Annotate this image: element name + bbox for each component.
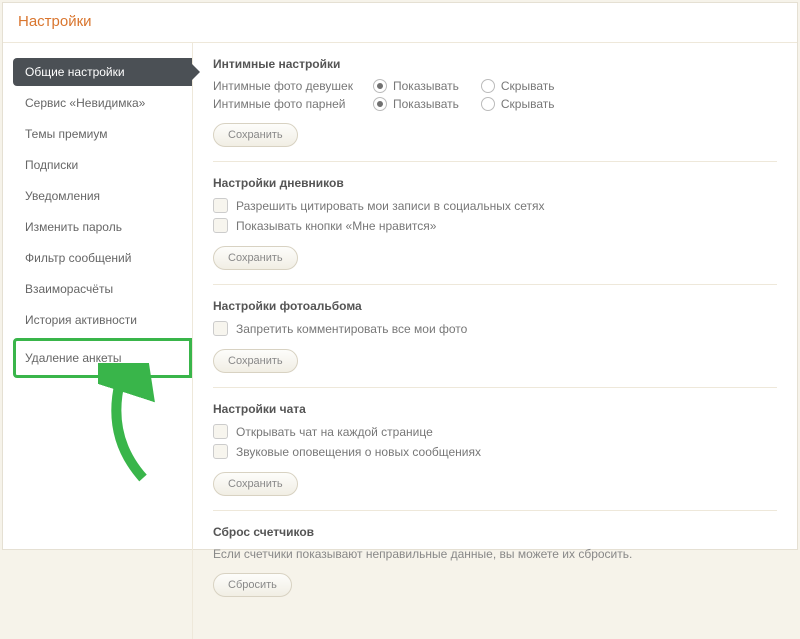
- checkbox-label: Показывать кнопки «Мне нравится»: [236, 219, 436, 233]
- annotation-arrow-icon: [98, 363, 168, 483]
- checkbox-label: Запретить комментировать все мои фото: [236, 322, 467, 336]
- radio-dot-icon: [373, 79, 387, 93]
- checkbox-label: Открывать чат на каждой странице: [236, 425, 433, 439]
- sidebar-item-delete-profile[interactable]: Удаление анкеты: [13, 338, 192, 378]
- sidebar-item-general[interactable]: Общие настройки: [13, 58, 192, 86]
- sidebar-item-notifications[interactable]: Уведомления: [13, 182, 192, 210]
- sidebar-item-label: Сервис «Невидимка»: [25, 96, 145, 110]
- radio-dot-icon: [373, 97, 387, 111]
- section-intimate: Интимные настройки Интимные фото девушек…: [213, 57, 777, 162]
- save-button[interactable]: Сохранить: [213, 472, 298, 496]
- sidebar-item-change-password[interactable]: Изменить пароль: [13, 213, 192, 241]
- section-title: Настройки дневников: [213, 176, 777, 190]
- section-chat: Настройки чата Открывать чат на каждой с…: [213, 402, 777, 511]
- radio-label: Скрывать: [501, 79, 555, 93]
- section-title: Сброс счетчиков: [213, 525, 777, 539]
- sidebar-item-label: Уведомления: [25, 189, 100, 203]
- sidebar: Общие настройки Сервис «Невидимка» Темы …: [3, 43, 193, 639]
- content-area: Интимные настройки Интимные фото девушек…: [193, 43, 797, 639]
- sidebar-item-label: История активности: [25, 313, 137, 327]
- section-title: Настройки фотоальбома: [213, 299, 777, 313]
- section-title: Интимные настройки: [213, 57, 777, 71]
- checkbox-allow-quote[interactable]: [213, 198, 228, 213]
- radio-dot-icon: [481, 79, 495, 93]
- sidebar-item-label: Изменить пароль: [25, 220, 122, 234]
- radio-dot-icon: [481, 97, 495, 111]
- checkbox-show-like[interactable]: [213, 218, 228, 233]
- sidebar-item-message-filter[interactable]: Фильтр сообщений: [13, 244, 192, 272]
- section-photo: Настройки фотоальбома Запретить комменти…: [213, 299, 777, 388]
- row-label-girls: Интимные фото девушек: [213, 79, 373, 93]
- radio-label: Скрывать: [501, 97, 555, 111]
- radio-label: Показывать: [393, 79, 459, 93]
- counters-description: Если счетчики показывают неправильные да…: [213, 547, 777, 561]
- save-button[interactable]: Сохранить: [213, 246, 298, 270]
- save-button[interactable]: Сохранить: [213, 349, 298, 373]
- section-counters: Сброс счетчиков Если счетчики показывают…: [213, 525, 777, 611]
- sidebar-item-label: Удаление анкеты: [25, 351, 121, 365]
- checkbox-open-chat[interactable]: [213, 424, 228, 439]
- sidebar-item-settlements[interactable]: Взаиморасчёты: [13, 275, 192, 303]
- radio-boys-show[interactable]: Показывать: [373, 97, 459, 111]
- sidebar-item-label: Общие настройки: [25, 65, 125, 79]
- page-title: Настройки: [18, 13, 782, 30]
- row-label-boys: Интимные фото парней: [213, 97, 373, 111]
- page-header: Настройки: [3, 3, 797, 43]
- section-title: Настройки чата: [213, 402, 777, 416]
- checkbox-forbid-comments[interactable]: [213, 321, 228, 336]
- radio-girls-show[interactable]: Показывать: [373, 79, 459, 93]
- sidebar-item-subscriptions[interactable]: Подписки: [13, 151, 192, 179]
- sidebar-item-activity-history[interactable]: История активности: [13, 306, 192, 334]
- sidebar-item-label: Фильтр сообщений: [25, 251, 131, 265]
- sidebar-item-invisible[interactable]: Сервис «Невидимка»: [13, 89, 192, 117]
- reset-button[interactable]: Сбросить: [213, 573, 292, 597]
- section-diaries: Настройки дневников Разрешить цитировать…: [213, 176, 777, 285]
- sidebar-item-label: Взаиморасчёты: [25, 282, 113, 296]
- save-button[interactable]: Сохранить: [213, 123, 298, 147]
- checkbox-sound-alerts[interactable]: [213, 444, 228, 459]
- radio-label: Показывать: [393, 97, 459, 111]
- sidebar-item-themes[interactable]: Темы премиум: [13, 120, 192, 148]
- radio-girls-hide[interactable]: Скрывать: [481, 79, 555, 93]
- sidebar-item-label: Подписки: [25, 158, 78, 172]
- checkbox-label: Звуковые оповещения о новых сообщениях: [236, 445, 481, 459]
- checkbox-label: Разрешить цитировать мои записи в социал…: [236, 199, 545, 213]
- sidebar-item-label: Темы премиум: [25, 127, 107, 141]
- radio-boys-hide[interactable]: Скрывать: [481, 97, 555, 111]
